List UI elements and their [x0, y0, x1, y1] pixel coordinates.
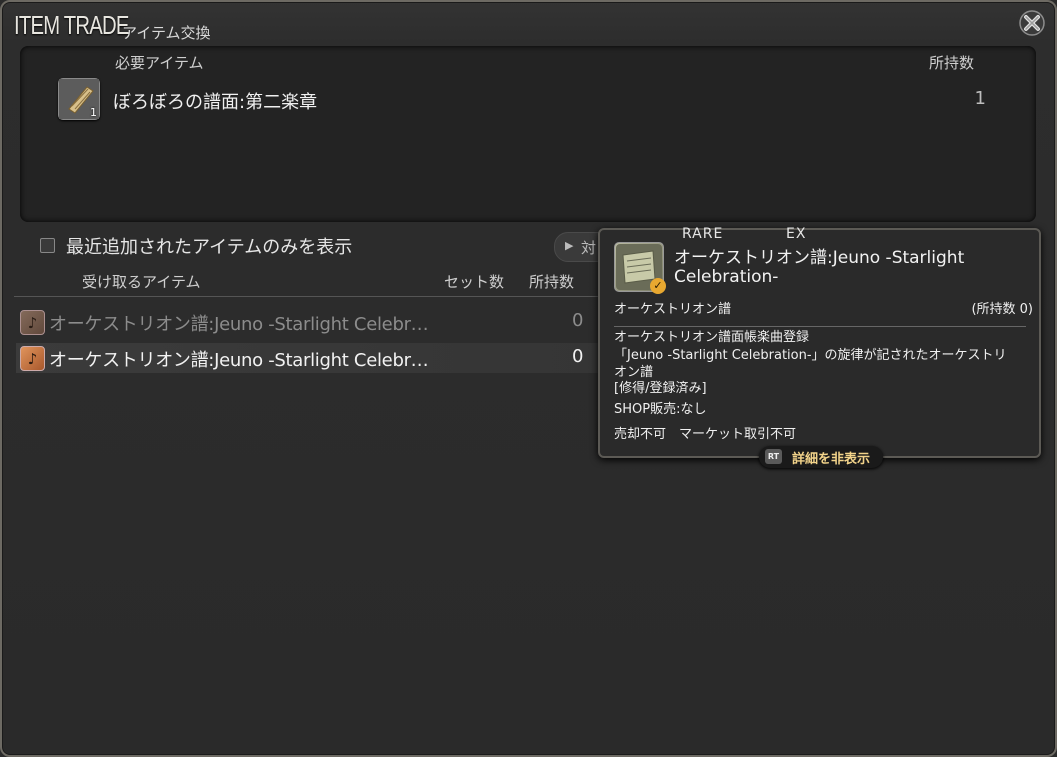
music-note-icon: ♪ — [20, 346, 45, 371]
recent-only-checkbox[interactable] — [40, 238, 55, 253]
list-item-name: オーケストリオン譜:Jeuno -Starlight Celebr… — [49, 350, 429, 371]
owned-count-header: 所持数 — [529, 273, 575, 291]
tooltip-divider — [614, 326, 1026, 327]
required-items-panel: 必要アイテム 所持数 1 ぼろぼろの譜面:第二楽章 1 — [20, 46, 1036, 222]
list-item-name: オーケストリオン譜:Jeuno -Starlight Celebr… — [49, 314, 429, 335]
ex-tag: EX — [786, 226, 807, 242]
list-item[interactable]: ♪ オーケストリオン譜:Jeuno -Starlight Celebr… 0 — [16, 307, 600, 337]
required-owned-header: 所持数 — [928, 54, 974, 72]
required-item-qty: 1 — [90, 106, 97, 119]
tooltip-status: [修得/登録済み] — [614, 381, 707, 396]
tooltip-flags: 売却不可 マーケット取引不可 — [614, 427, 797, 442]
item-trade-window: ITEM TRADE アイテム交換 必要アイテム 所持数 1 ぼろぼろの譜面:第… — [0, 0, 1057, 757]
scroll-icon[interactable]: 1 — [58, 78, 100, 120]
recent-only-label[interactable]: 最近追加されたアイテムのみを表示 — [66, 233, 352, 259]
item-tooltip: RARE EX ✓ オーケストリオン譜:Jeuno -Starlight Cel… — [598, 226, 1041, 458]
list-item-owned: 0 — [572, 310, 584, 331]
set-count-header: セット数 — [444, 273, 505, 291]
close-button[interactable] — [1017, 8, 1047, 38]
music-note-icon: ♪ — [20, 310, 45, 335]
tooltip-desc-body: 「Jeuno -Starlight Celebration-」の旋律が記されたオ… — [614, 348, 1007, 380]
close-icon — [1019, 10, 1045, 36]
tooltip-item-name: オーケストリオン譜:Jeuno -Starlight Celebration- — [674, 248, 965, 287]
rt-key-icon: RT — [765, 449, 782, 464]
filter-button-label: 対 — [581, 239, 597, 257]
list-item-owned: 0 — [572, 346, 584, 367]
receive-item-header: 受け取るアイテム — [82, 273, 201, 291]
play-arrow-icon: ▶ — [565, 239, 574, 252]
window-title: ITEM TRADE — [14, 10, 129, 40]
list-divider — [14, 296, 600, 297]
required-item-header: 必要アイテム — [115, 54, 204, 72]
hide-details-label: 詳細を非表示 — [792, 452, 871, 467]
required-item-owned: 1 — [974, 88, 986, 109]
hide-details-button[interactable]: RT 詳細を非表示 — [759, 446, 883, 468]
tooltip-category: オーケストリオン譜 — [614, 302, 732, 317]
rare-tag: RARE — [682, 226, 724, 242]
tooltip-desc-title: オーケストリオン譜面帳楽曲登録 — [614, 330, 810, 345]
required-item-name[interactable]: ぼろぼろの譜面:第二楽章 — [113, 88, 317, 114]
orchestrion-roll-icon: ✓ — [614, 242, 666, 294]
list-item[interactable]: ♪ オーケストリオン譜:Jeuno -Starlight Celebr… 0 — [16, 343, 600, 373]
tooltip-shop: SHOP販売:なし — [614, 402, 707, 417]
tooltip-owned: (所持数 0) — [971, 302, 1033, 317]
owned-check-icon: ✓ — [650, 278, 666, 294]
window-subtitle: アイテム交換 — [122, 24, 211, 42]
